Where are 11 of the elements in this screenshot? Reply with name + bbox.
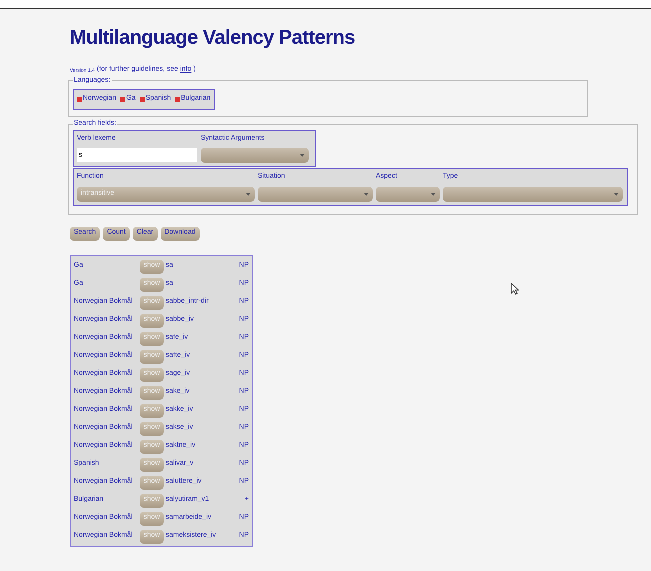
mouse-pointer-icon — [511, 283, 519, 295]
caret-icon — [614, 192, 619, 196]
caret-icon — [300, 153, 305, 158]
dropdown[interactable] — [258, 186, 373, 202]
caret-icon — [431, 192, 436, 196]
dropdown[interactable] — [443, 186, 623, 202]
caret-icon — [364, 192, 369, 196]
page-title: Multilanguage Valency Patterns — [70, 26, 356, 51]
dropdown[interactable] — [201, 148, 309, 163]
caret-icon — [246, 192, 251, 196]
dropdown[interactable] — [376, 186, 440, 202]
